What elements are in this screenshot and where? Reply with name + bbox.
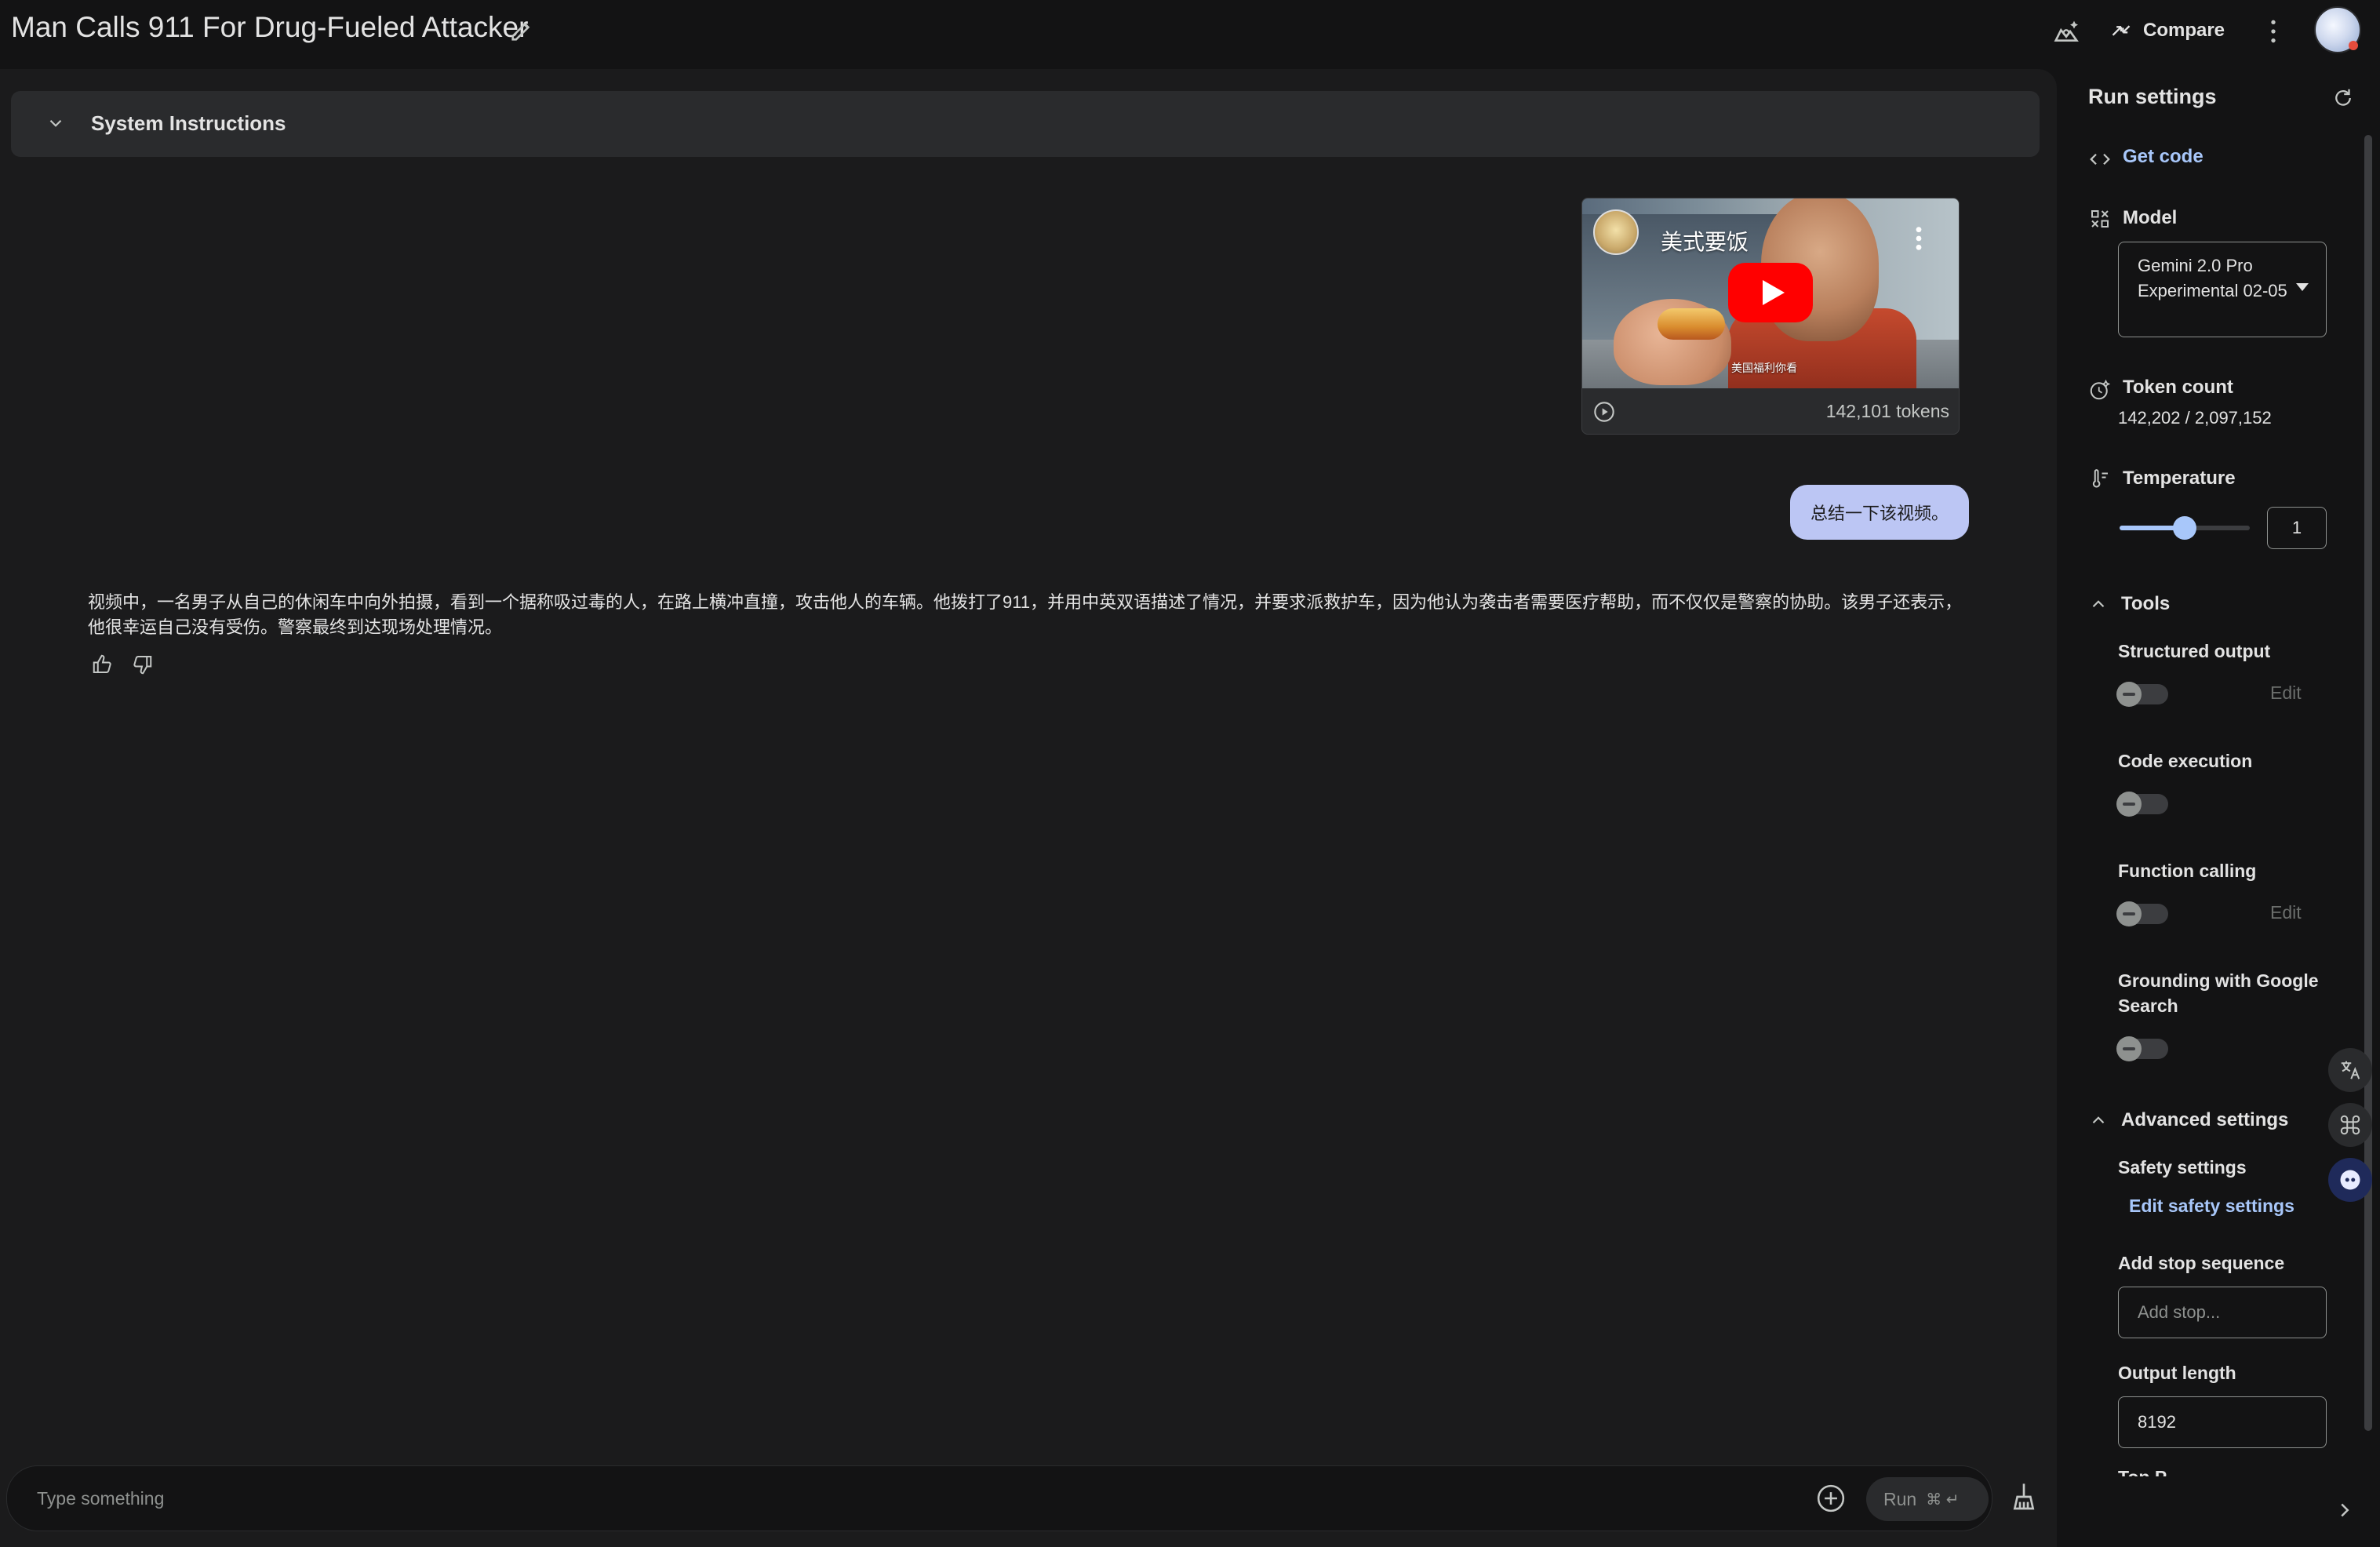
grounding-label: Grounding with Google Search: [2118, 970, 2319, 1016]
share-app-icon[interactable]: [2051, 16, 2082, 47]
chevron-up-icon: [2092, 600, 2105, 608]
assistant-button[interactable]: [2328, 1158, 2372, 1202]
code-execution-toggle[interactable]: [2116, 792, 2168, 817]
model-select[interactable]: Gemini 2.0 Pro Experimental 02-05: [2118, 242, 2327, 337]
output-length-input[interactable]: 8192: [2118, 1396, 2327, 1448]
code-execution-label: Code execution: [2118, 751, 2253, 771]
video-token-count: 142,101 tokens: [1825, 401, 1949, 421]
compare-button[interactable]: Compare: [2110, 14, 2229, 47]
tools-label: Tools: [2121, 593, 2171, 614]
token-count-value: 142,202 / 2,097,152: [2118, 408, 2272, 428]
structured-output-edit[interactable]: Edit: [2270, 682, 2302, 704]
broom-icon[interactable]: [2008, 1481, 2040, 1512]
shortcuts-button[interactable]: [2328, 1103, 2372, 1147]
chevron-right-icon[interactable]: [2333, 1498, 2356, 1522]
add-circle-icon[interactable]: [1816, 1483, 1846, 1513]
prompt-input[interactable]: Type something Run ⌘ ↵: [6, 1465, 1992, 1531]
structured-output-label: Structured output: [2118, 641, 2271, 661]
advanced-settings-label: Advanced settings: [2121, 1109, 2289, 1130]
stop-sequence-label: Add stop sequence: [2118, 1253, 2285, 1273]
avatar[interactable]: [2314, 6, 2361, 53]
channel-avatar: [1593, 209, 1639, 255]
video-subtitle: 美国福利你看: [1731, 362, 1797, 374]
command-icon: [2340, 1115, 2360, 1135]
model-label: Model: [2123, 207, 2178, 228]
code-icon: [2090, 153, 2110, 166]
function-calling-label: Function calling: [2118, 861, 2257, 881]
play-circle-icon[interactable]: [1593, 401, 1615, 423]
edit-safety-settings-link[interactable]: Edit safety settings: [2129, 1196, 2294, 1217]
token-count-label: Token count: [2123, 377, 2233, 398]
dropdown-caret-icon: [2296, 283, 2309, 291]
temperature-slider-thumb[interactable]: [2173, 516, 2196, 540]
structured-output-toggle[interactable]: [2116, 682, 2168, 707]
function-calling-edit[interactable]: Edit: [2270, 902, 2302, 923]
settings-scrollbar[interactable]: [2364, 135, 2372, 1431]
run-shortcut: ⌘ ↵: [1926, 1491, 1960, 1509]
temperature-input[interactable]: 1: [2267, 507, 2327, 549]
function-calling-toggle[interactable]: [2116, 901, 2168, 926]
safety-settings-label: Safety settings: [2118, 1157, 2247, 1178]
thumbs-down-icon[interactable]: [130, 653, 154, 676]
top-p-label: Top P: [2118, 1465, 2167, 1476]
refresh-icon[interactable]: [2331, 86, 2355, 110]
channel-name: 美式要饭: [1661, 230, 1749, 254]
robot-icon: [2340, 1170, 2360, 1190]
chevron-down-icon: [49, 119, 62, 127]
advanced-settings-header[interactable]: Advanced settings: [2088, 1109, 2288, 1131]
user-message: 总结一下该视频。: [1790, 485, 1970, 540]
video-attachment[interactable]: 美式要饭 美国福利你看 142,101 tokens: [1581, 198, 1960, 435]
top-bar: Man Calls 911 For Drug-Fueled Attacker C…: [0, 0, 2380, 67]
model-select-value: Gemini 2.0 Pro Experimental 02-05: [2138, 256, 2287, 300]
compare-icon: [2112, 25, 2131, 36]
compare-label: Compare: [2143, 20, 2225, 41]
feedback-buttons: [91, 653, 154, 676]
youtube-play-icon[interactable]: [1728, 263, 1813, 322]
stop-sequence-input[interactable]: Add stop...: [2118, 1287, 2327, 1338]
temperature-label: Temperature: [2123, 468, 2236, 489]
run-settings-panel: Run settings Get code Model Gemini 2.0 P…: [2069, 69, 2380, 1547]
token-icon: [2090, 379, 2111, 400]
chevron-up-icon: [2092, 1116, 2105, 1124]
page-title: Man Calls 911 For Drug-Fueled Attacker: [11, 11, 529, 43]
tools-header[interactable]: Tools: [2088, 593, 2170, 615]
model-icon: [2091, 210, 2109, 228]
system-instructions-label: System Instructions: [91, 111, 286, 135]
grounding-toggle[interactable]: [2116, 1036, 2168, 1061]
thumbs-up-icon[interactable]: [91, 653, 115, 676]
translate-button[interactable]: [2328, 1048, 2372, 1092]
chat-area: System Instructions 美式要饭 美国福利你看 142,101 …: [0, 69, 2057, 1547]
more-vert-icon[interactable]: [2258, 16, 2289, 47]
video-footer: 142,101 tokens: [1582, 388, 1959, 434]
get-code-link[interactable]: Get code: [2123, 146, 2204, 168]
run-settings-title: Run settings: [2088, 85, 2217, 108]
run-button[interactable]: Run ⌘ ↵: [1866, 1477, 1989, 1521]
model-response: 视频中，一名男子从自己的休闲车中向外拍摄，看到一个据称吸过毒的人，在路上横冲直撞…: [88, 592, 1963, 637]
translate-icon: [2341, 1061, 2360, 1079]
video-more-icon[interactable]: [1915, 225, 1923, 252]
pencil-icon[interactable]: [508, 17, 535, 44]
thermometer-icon: [2092, 469, 2108, 488]
prompt-placeholder: Type something: [37, 1488, 165, 1509]
video-thumbnail[interactable]: 美式要饭 美国福利你看: [1582, 198, 1959, 388]
run-label: Run: [1883, 1488, 1917, 1509]
page: Man Calls 911 For Drug-Fueled Attacker C…: [0, 0, 2380, 1547]
output-length-label: Output length: [2118, 1363, 2236, 1383]
system-instructions-panel[interactable]: System Instructions: [11, 91, 2040, 157]
